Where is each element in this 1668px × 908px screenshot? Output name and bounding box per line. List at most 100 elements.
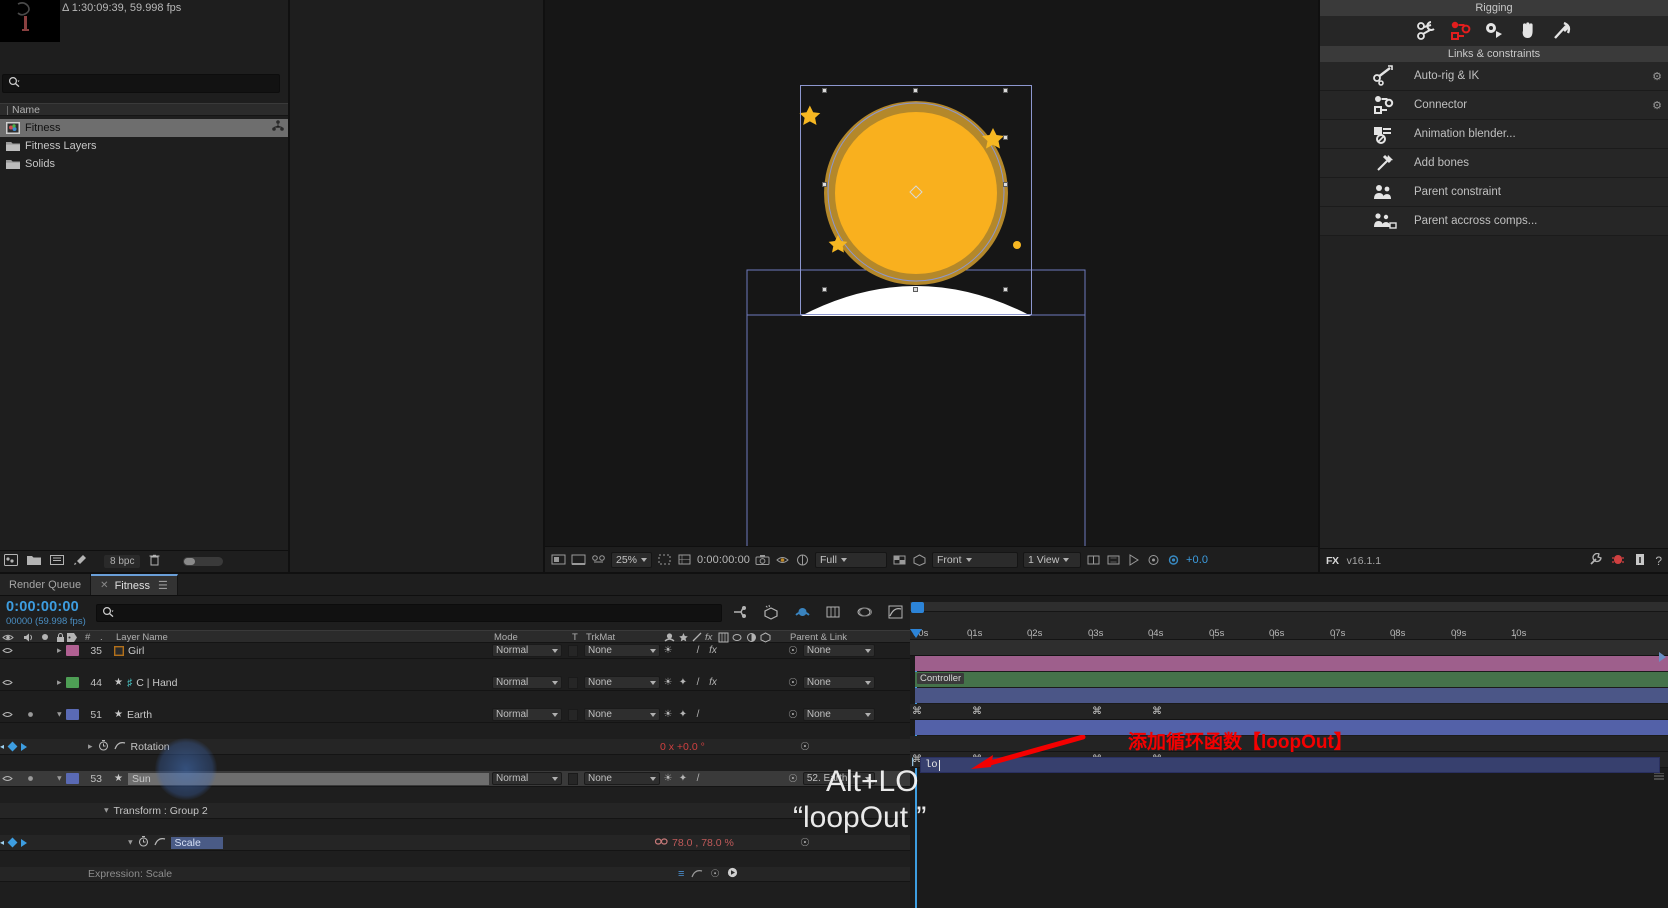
selection-handle[interactable]	[1003, 287, 1008, 292]
current-time-display[interactable]: 0:00:00:00	[697, 554, 750, 566]
bug-icon[interactable]	[1611, 553, 1625, 569]
graph-editor-set-icon[interactable]	[113, 740, 126, 753]
selection-handle[interactable]	[1003, 135, 1008, 140]
duik-item-options-icon[interactable]: ⚙	[1652, 70, 1662, 83]
layer-bar-chand[interactable]: Controller	[915, 672, 1668, 687]
layer-label-color[interactable]	[66, 773, 79, 784]
table-row[interactable]: ▸ 44 ★ ♯ C | Hand Normal None ☀ ✦ / fx ☉ No…	[0, 675, 910, 691]
property-row-rotation[interactable]: ◂ ▸ Rotation 0 x +0.0 ° ☉	[0, 739, 910, 755]
table-row-sun[interactable]: ▸ 53 ★ Sun Normal None ☀ ✦ / ☉ 52. Earth	[0, 771, 910, 787]
audio-toggle[interactable]	[25, 773, 36, 784]
video-toggle[interactable]	[2, 645, 13, 656]
motion-blur-icon[interactable]	[856, 604, 873, 620]
layer-name-header-label[interactable]: Layer Name	[116, 632, 168, 643]
duik-item-add-bones[interactable]: Add bones	[1320, 149, 1668, 178]
scale-property[interactable]: ▸ Scale	[126, 835, 223, 850]
table-row[interactable]: ▸ 35 Girl Normal None ☀ / fx ☉ None	[0, 643, 910, 659]
keyframe-icon[interactable]: ⌘	[1152, 707, 1162, 717]
3d-renderer-icon[interactable]	[912, 553, 927, 567]
layer-name[interactable]: ★	[114, 773, 123, 784]
structure-icon[interactable]	[1415, 20, 1437, 42]
preserve-transparency-toggle[interactable]	[568, 772, 578, 785]
transform-group-label[interactable]: ▸ Transform : Group 2	[102, 805, 208, 817]
playhead-triangle[interactable]	[910, 629, 922, 638]
channel-select-icon[interactable]	[795, 553, 810, 567]
gears-icon[interactable]	[1483, 20, 1505, 42]
expression-pickwhip-icon[interactable]: ☉	[710, 868, 719, 880]
time-ruler[interactable]: 00s 01s 02s 03s 04s 05s 06s 07s 08s 09s	[910, 612, 1668, 640]
transparency-grid-icon[interactable]	[892, 553, 907, 567]
project-zoom-slider[interactable]	[183, 557, 224, 566]
duik-item-parent-constraint[interactable]: Parent constraint	[1320, 178, 1668, 207]
eyedropper-icon[interactable]	[73, 554, 87, 569]
frame-blending-icon[interactable]	[825, 604, 842, 620]
track-matte-select[interactable]: None	[584, 676, 660, 689]
connector-red-icon[interactable]	[1449, 20, 1471, 42]
layer-bar-earth[interactable]	[915, 688, 1668, 703]
stopwatch-icon[interactable]	[138, 835, 149, 850]
property-group-transform[interactable]: ▸ Transform : Group 2	[0, 803, 910, 819]
timeline-current-time[interactable]: 0:00:00:00	[6, 599, 86, 615]
layer-label-color[interactable]	[66, 677, 79, 688]
draft-3d-icon[interactable]	[763, 604, 780, 620]
wrench-icon[interactable]	[1589, 552, 1603, 569]
composition-mini-flowchart-icon[interactable]	[732, 604, 749, 620]
comp-flowchart-icon[interactable]	[591, 553, 606, 567]
new-footage-icon[interactable]	[50, 554, 64, 569]
playhead-handle[interactable]	[911, 602, 924, 613]
expression-icons[interactable]: ≡ ☉	[678, 867, 738, 881]
blend-mode-select[interactable]: Normal	[492, 772, 562, 785]
selection-handle[interactable]	[822, 287, 827, 292]
layer-switches[interactable]: ☀ ✦ /	[662, 709, 704, 721]
composition-canvas[interactable]	[545, 0, 1318, 546]
property-row-scale[interactable]: ◂ ▸ Scale 78.0 , 78.0 % ☉	[0, 835, 910, 851]
layer-name[interactable]: Girl	[114, 645, 144, 657]
expression-language-menu-icon[interactable]	[727, 867, 738, 881]
new-folder-icon[interactable]	[27, 554, 41, 569]
pixel-aspect-icon[interactable]	[1106, 553, 1121, 567]
timeline-time-readout[interactable]: 0:00:00:00 00000 (59.998 fps)	[6, 599, 86, 627]
keyframe-track-rotation[interactable]: ⌘ ⌘ ⌘ ⌘	[910, 704, 1668, 720]
track-matte-select[interactable]: None	[584, 772, 660, 785]
twirl-arrow-icon[interactable]: ▸	[57, 645, 62, 656]
delete-icon[interactable]	[149, 554, 160, 569]
t-header-label[interactable]: T	[572, 632, 578, 643]
zoom-level-select[interactable]: 25%	[611, 551, 653, 568]
preserve-transparency-toggle[interactable]	[568, 676, 578, 689]
expression-controls-row[interactable]: ≡ ☉ Expression: Scale	[0, 867, 910, 882]
layer-switches[interactable]: ☀ ✦ / fx	[662, 677, 719, 689]
expression-graph-icon[interactable]	[691, 868, 703, 881]
timeline-search-input[interactable]	[96, 604, 722, 622]
timeline-scroll-arrow[interactable]	[1659, 652, 1667, 662]
audio-toggle[interactable]	[25, 709, 36, 720]
parent-link-cell[interactable]: ☉ None	[788, 644, 875, 657]
snapshot-camera-icon[interactable]	[755, 553, 770, 567]
stopwatch-icon[interactable]	[98, 739, 109, 754]
help-icon[interactable]: ?	[1655, 554, 1662, 568]
twirl-arrow-icon[interactable]: ▸	[54, 776, 65, 781]
hammer-sickle-icon[interactable]	[1551, 20, 1573, 42]
mode-header-label[interactable]: Mode	[494, 632, 518, 643]
twirl-arrow-icon[interactable]: ▸	[57, 677, 62, 688]
selection-handle[interactable]	[822, 88, 827, 93]
selection-handle[interactable]	[913, 287, 918, 292]
chain-icon[interactable]	[654, 837, 668, 849]
exposure-icon[interactable]	[1166, 553, 1181, 567]
layer-switches[interactable]: ☀ ✦ /	[662, 773, 704, 785]
project-item-fitness[interactable]: Fitness	[0, 119, 288, 137]
keyframe-icon[interactable]: ⌘	[972, 707, 982, 717]
selection-handle[interactable]	[822, 182, 827, 187]
selection-handle[interactable]	[1003, 88, 1008, 93]
hand-icon[interactable]	[1517, 20, 1539, 42]
duik-item-animation-blender[interactable]: Animation blender...	[1320, 120, 1668, 149]
share-view-icon[interactable]	[1086, 553, 1101, 567]
keyframe-nav[interactable]: ◂	[0, 837, 28, 848]
table-row[interactable]: ▸ 51 ★ Earth Normal None ☀ ✦ / ☉ None	[0, 707, 910, 723]
main-viewer-icon[interactable]	[571, 553, 586, 567]
scale-value-cell[interactable]: 78.0 , 78.0 %	[654, 837, 734, 849]
keyframe-icon[interactable]: ⌘	[1092, 707, 1102, 717]
tab-fitness[interactable]: ✕ Fitness ☰	[91, 574, 178, 595]
region-of-interest-icon[interactable]	[677, 553, 692, 567]
parent-link-cell[interactable]: ☉ None	[788, 708, 875, 721]
timeline-link-icon[interactable]	[1146, 553, 1161, 567]
